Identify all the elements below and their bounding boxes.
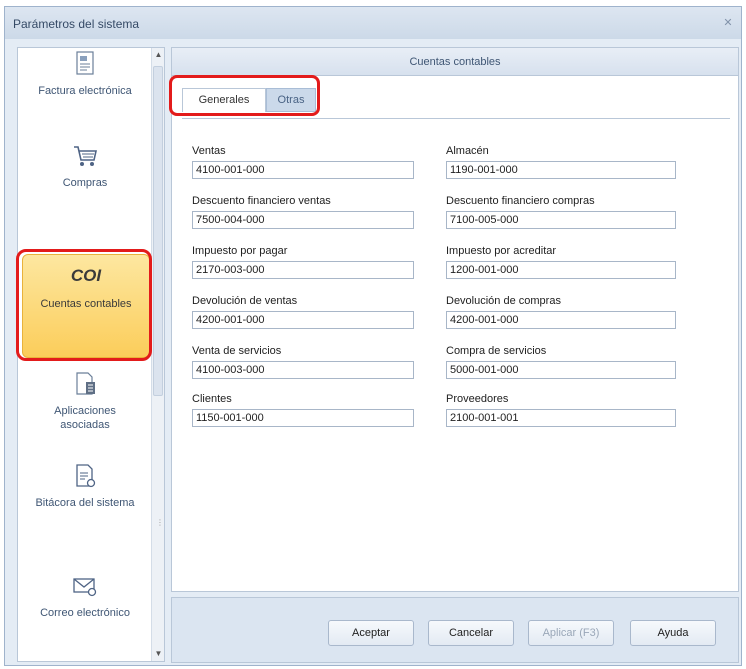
field-label: Almacén [446, 145, 489, 157]
sidebar-item-label: Bitácora del sistema [35, 497, 135, 509]
field-label: Venta de servicios [192, 345, 282, 357]
venta-de-servicios-input[interactable]: 4100-003-000 [192, 361, 414, 379]
devolucion-de-ventas-input[interactable]: 4200-001-000 [192, 311, 414, 329]
mail-icon [73, 578, 97, 597]
cart-icon [74, 146, 97, 166]
tab-generales[interactable]: Generales [182, 88, 266, 112]
invoice-icon [76, 51, 94, 75]
log-icon [76, 464, 96, 488]
impuesto-por-acreditar-input[interactable]: 1200-001-000 [446, 261, 676, 279]
scroll-down-icon[interactable]: ▼ [152, 647, 164, 661]
sidebar-item-label: Aplicaciones asociadas [54, 405, 116, 431]
proveedores-input[interactable]: 2100-001-001 [446, 409, 676, 427]
sidebar-item-label: Factura electrónica [38, 85, 132, 97]
field-label: Devolución de compras [446, 295, 561, 307]
close-icon[interactable]: ✕ [721, 16, 735, 30]
splitter-grip-icon[interactable]: ⋮ [156, 518, 164, 527]
descuento-financiero-compras-input[interactable]: 7100-005-000 [446, 211, 676, 229]
field-label: Ventas [192, 145, 226, 157]
scrollbar-thumb[interactable] [153, 66, 163, 396]
field-descuento-financiero-ventas: Descuento financiero ventas 7500-004-000 [192, 195, 414, 229]
compra-de-servicios-input[interactable]: 5000-001-000 [446, 361, 676, 379]
title-bar: Parámetros del sistema ✕ [5, 7, 741, 39]
field-label: Clientes [192, 393, 232, 405]
apply-button[interactable]: Aplicar (F3) [528, 620, 614, 646]
tab-otras[interactable]: Otras [266, 88, 316, 112]
panel-title: Cuentas contables [172, 48, 738, 76]
descuento-financiero-ventas-input[interactable]: 7500-004-000 [192, 211, 414, 229]
sidebar-list: Factura electrónica Compras COI Cuentas … [18, 48, 152, 661]
field-label: Impuesto por pagar [192, 245, 288, 257]
system-parameters-window: Parámetros del sistema ✕ Factura electró… [4, 6, 742, 666]
main-panel: Cuentas contables Generales Otras Ventas… [171, 47, 739, 592]
field-label: Impuesto por acreditar [446, 245, 557, 257]
field-label: Descuento financiero compras [446, 195, 595, 207]
field-proveedores: Proveedores 2100-001-001 [446, 393, 676, 427]
sidebar-item-bitacora-del-sistema[interactable]: Bitácora del sistema [18, 462, 152, 522]
field-impuesto-por-acreditar: Impuesto por acreditar 1200-001-000 [446, 245, 676, 279]
sidebar-item-label: Cuentas contables [40, 298, 132, 310]
cancel-button[interactable]: Cancelar [428, 620, 514, 646]
window-title: Parámetros del sistema [13, 17, 140, 31]
field-devolucion-de-compras: Devolución de compras 4200-001-000 [446, 295, 676, 329]
scroll-up-icon[interactable]: ▲ [152, 48, 164, 62]
dialog-footer: Aceptar Cancelar Aplicar (F3) Ayuda [171, 597, 739, 663]
field-compra-de-servicios: Compra de servicios 5000-001-000 [446, 345, 676, 379]
field-almacen: Almacén 1190-001-000 [446, 145, 676, 179]
field-label: Proveedores [446, 393, 509, 405]
ventas-input[interactable]: 4100-001-000 [192, 161, 414, 179]
almacen-input[interactable]: 1190-001-000 [446, 161, 676, 179]
sidebar-item-cuentas-contables[interactable]: COI Cuentas contables [22, 254, 150, 358]
accept-button[interactable]: Aceptar [328, 620, 414, 646]
sidebar-item-label: Compras [62, 177, 108, 189]
field-descuento-financiero-compras: Descuento financiero compras 7100-005-00… [446, 195, 676, 229]
clientes-input[interactable]: 1150-001-000 [192, 409, 414, 427]
sidebar-scrollbar[interactable]: ▲ ⋮ ▼ [151, 48, 164, 661]
sidebar-item-factura-electronica[interactable]: Factura electrónica [18, 50, 152, 106]
field-venta-de-servicios: Venta de servicios 4100-003-000 [192, 345, 414, 379]
field-label: Devolución de ventas [192, 295, 298, 307]
field-devolucion-de-ventas: Devolución de ventas 4200-001-000 [192, 295, 414, 329]
coi-icon: COI [70, 266, 102, 285]
field-label: Descuento financiero ventas [192, 195, 331, 207]
apps-icon [76, 372, 95, 395]
sidebar-item-correo-electronico[interactable]: Correo electrónico [18, 572, 152, 632]
field-impuesto-por-pagar: Impuesto por pagar 2170-003-000 [192, 245, 414, 279]
tab-content-generales: Ventas 4100-001-000 Descuento financiero… [182, 118, 730, 583]
sidebar-item-label: Correo electrónico [40, 607, 130, 619]
sidebar: Factura electrónica Compras COI Cuentas … [17, 47, 165, 662]
help-button[interactable]: Ayuda [630, 620, 716, 646]
impuesto-por-pagar-input[interactable]: 2170-003-000 [192, 261, 414, 279]
sidebar-item-aplicaciones-asociadas[interactable]: Aplicaciones asociadas [18, 370, 152, 440]
sidebar-item-compras[interactable]: Compras [18, 142, 152, 202]
field-clientes: Clientes 1150-001-000 [192, 393, 414, 427]
devolucion-de-compras-input[interactable]: 4200-001-000 [446, 311, 676, 329]
field-label: Compra de servicios [446, 345, 547, 357]
field-ventas: Ventas 4100-001-000 [192, 145, 414, 179]
